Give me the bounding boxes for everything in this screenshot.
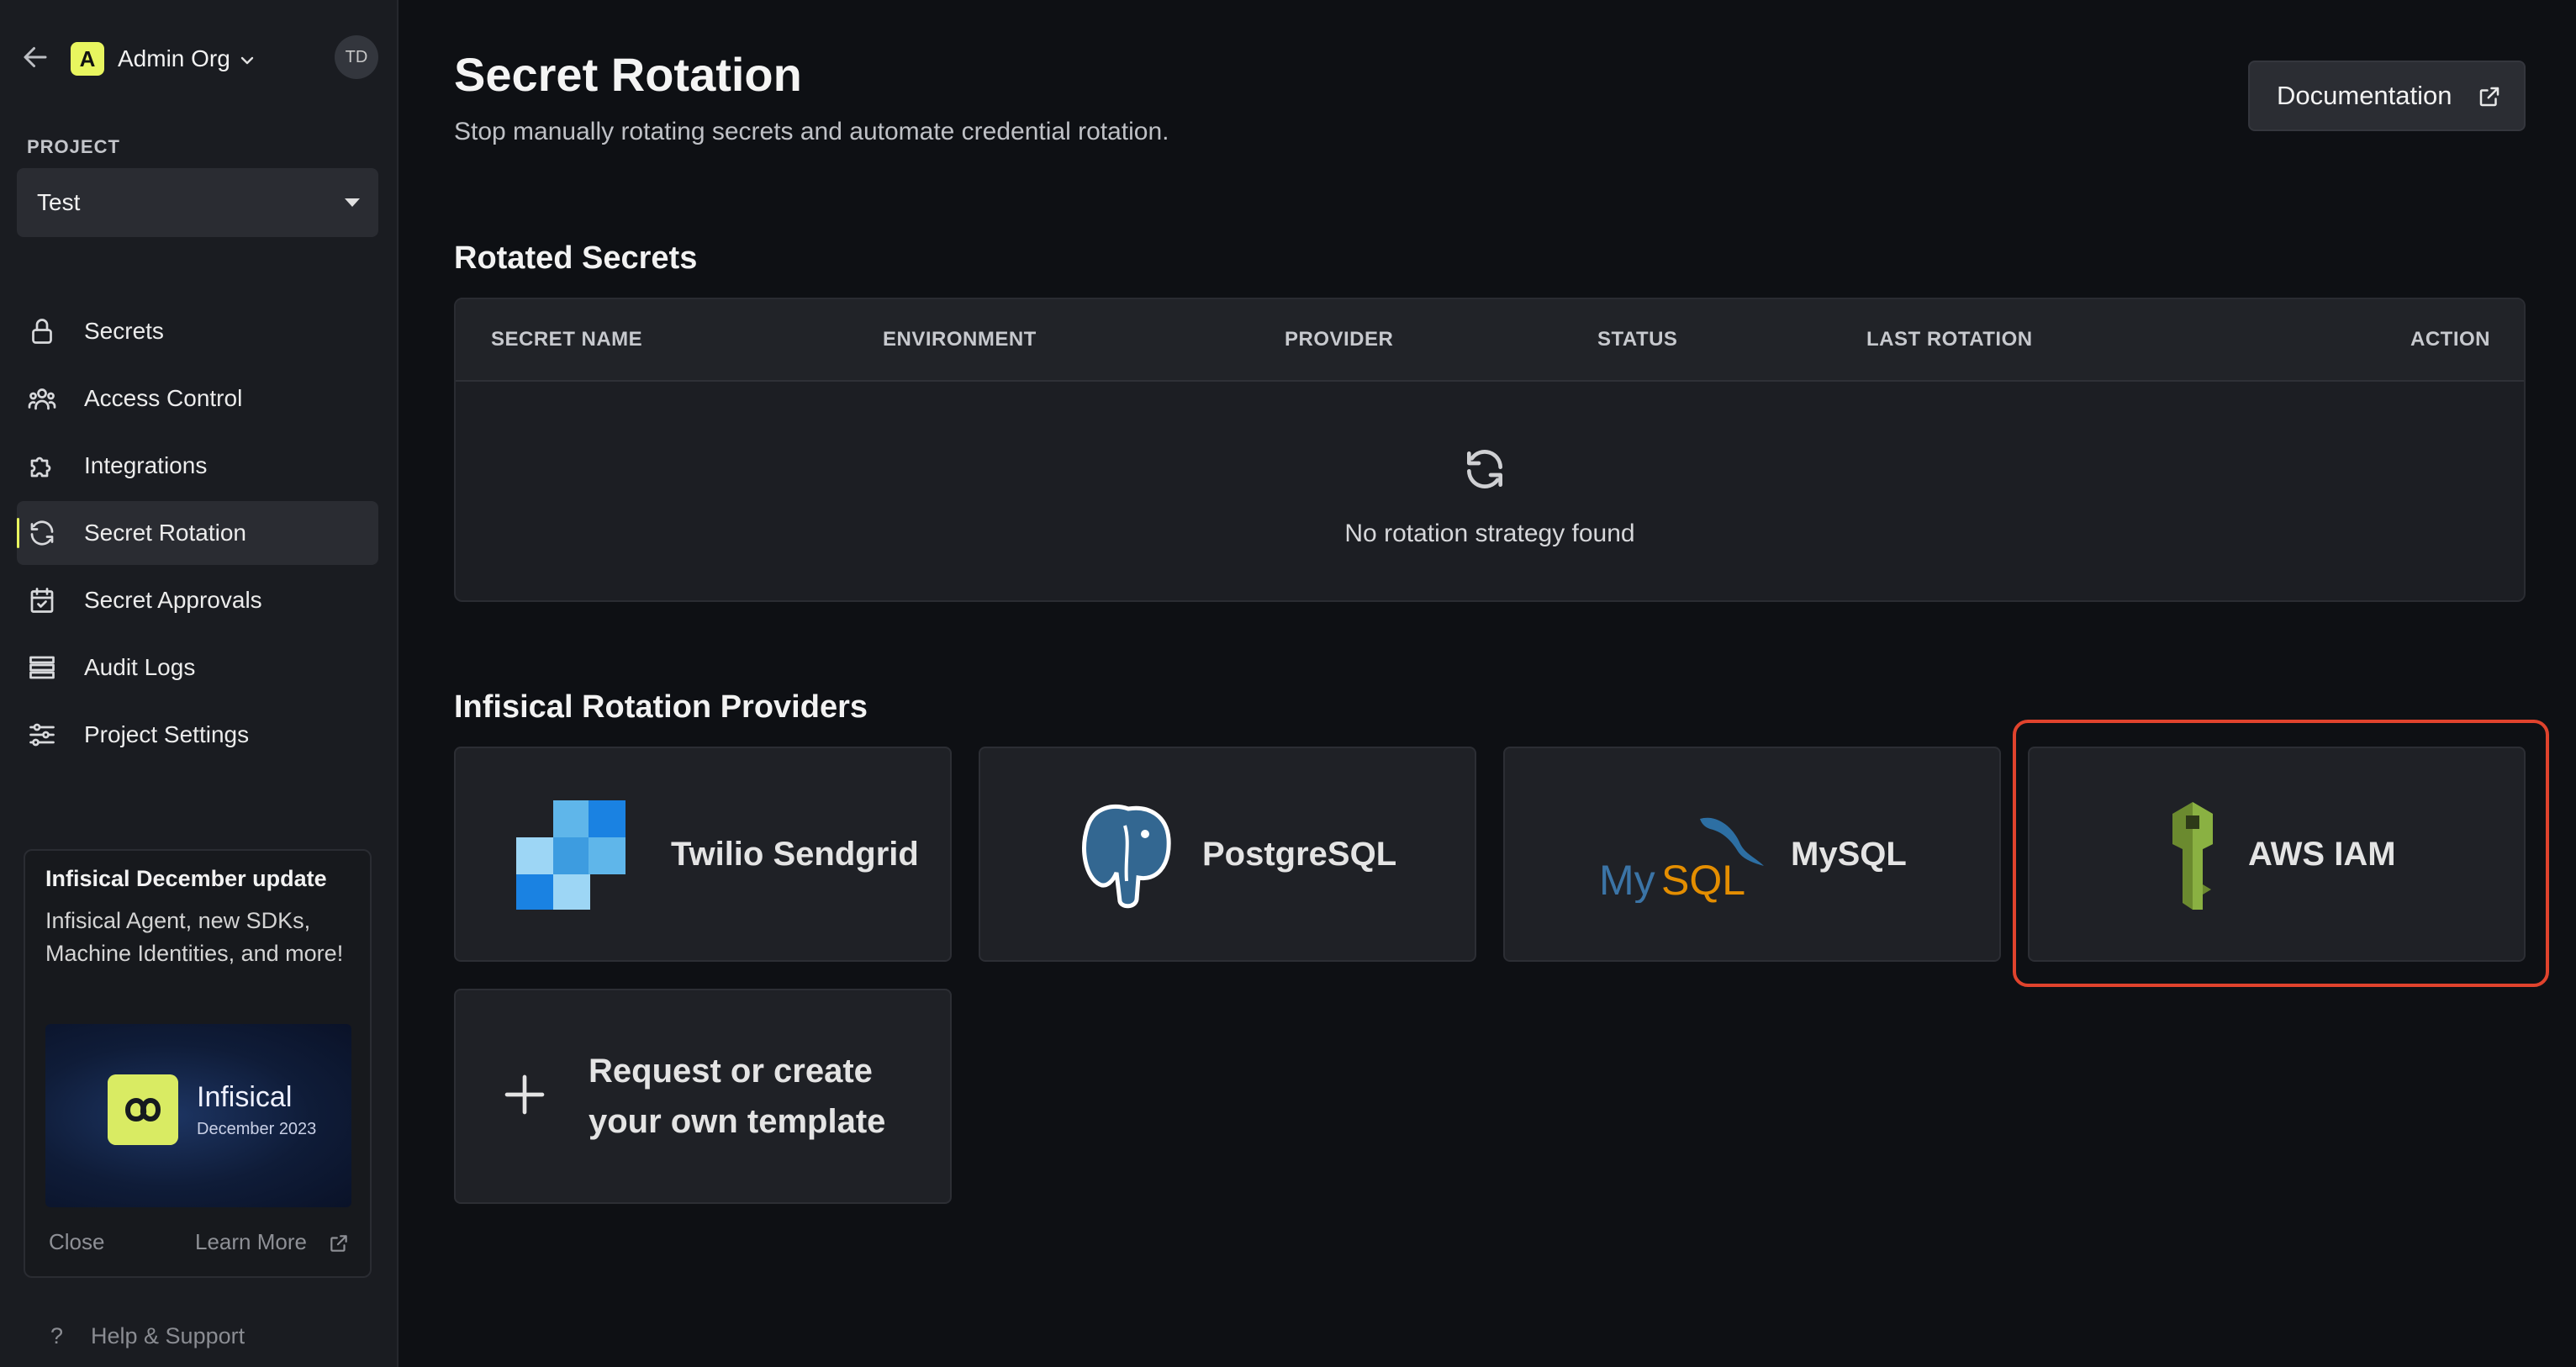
rotate-empty-icon [1467,450,1502,488]
chevron-down-icon[interactable] [237,50,257,71]
svg-text:My: My [1599,857,1655,903]
rotated-secrets-table: SECRET NAME ENVIRONMENT PROVIDER STATUS … [454,298,2526,602]
help-support-link[interactable]: Help & Support [91,1323,245,1349]
promo-brand: Infisical [197,1081,293,1113]
project-select[interactable]: Test [17,168,378,237]
org-bar: A Admin Org TD [0,30,399,84]
sidebar-item-label: Audit Logs [84,654,196,680]
logs-icon [29,656,55,679]
promo-close-button[interactable]: Close [49,1229,104,1255]
svg-text:SQL: SQL [1661,857,1745,903]
update-promo-card: Infisical December update Infisical Agen… [24,849,372,1278]
aws-iam-key-icon [2172,802,2213,910]
provider-card-aws-iam[interactable]: AWS IAM [2028,747,2526,962]
provider-card-twilio-sendgrid[interactable]: Twilio Sendgrid [454,747,952,962]
page-subtitle: Stop manually rotating secrets and autom… [454,118,1169,145]
rotated-secrets-heading: Rotated Secrets [454,240,698,276]
provider-name: AWS IAM [2248,836,2396,873]
lock-icon [32,319,52,344]
page-title: Secret Rotation [454,48,802,101]
sidebar-item-access-control[interactable]: Access Control [17,367,378,430]
provider-card-postgresql[interactable]: PostgreSQL [979,747,1476,962]
column-header-last-rotation: LAST ROTATION [1866,328,2033,351]
promo-title: Infisical December update [45,866,327,891]
caret-down-icon [345,198,360,207]
documentation-label: Documentation [2277,81,2452,110]
provider-name: Twilio Sendgrid [671,836,919,873]
sidebar-item-integrations[interactable]: Integrations [17,434,378,498]
providers-heading: Infisical Rotation Providers [454,689,868,725]
project-label: PROJECT [27,136,120,157]
column-header-action: ACTION [2410,328,2490,351]
infisical-logo-icon [108,1074,178,1145]
user-avatar[interactable]: TD [335,35,378,79]
rotate-icon [30,520,54,546]
sendgrid-logo-icon [516,800,626,910]
org-avatar[interactable]: A [71,42,104,76]
provider-name: MySQL [1791,836,1907,873]
provider-name: PostgreSQL [1202,836,1397,873]
sidebar-item-label: Secret Rotation [84,520,246,546]
column-header-provider: PROVIDER [1285,328,1394,351]
request-template-card[interactable]: Request or create your own template [454,989,952,1204]
calendar-check-icon [30,588,54,613]
sidebar-nav: Secrets Access Control Integrations Secr… [17,299,378,770]
external-link-icon [2479,87,2499,107]
sidebar-item-label: Access Control [84,385,243,411]
promo-description: Infisical Agent, new SDKs, Machine Ident… [45,908,344,966]
table-header: SECRET NAME ENVIRONMENT PROVIDER STATUS … [456,299,2524,382]
help-icon: ? [50,1323,64,1349]
request-template-label: Request or create your own template [589,1053,886,1140]
provider-card-mysql[interactable]: My SQL MySQL [1503,747,2001,962]
promo-learn-more-link[interactable]: Learn More [195,1229,307,1255]
sidebar-item-label: Secrets [84,318,164,344]
empty-state-text: No rotation strategy found [1344,520,1635,547]
sidebar-item-label: Project Settings [84,721,250,747]
org-name[interactable]: Admin Org [118,42,230,76]
postgresql-elephant-icon [1082,805,1171,909]
project-select-value: Test [37,189,81,215]
puzzle-icon [30,457,51,478]
column-header-status: STATUS [1597,328,1678,351]
documentation-button[interactable]: Documentation [2248,61,2526,131]
sliders-icon [29,723,55,747]
sidebar-item-audit-logs[interactable]: Audit Logs [17,636,378,699]
sidebar-item-project-settings[interactable]: Project Settings [17,703,378,767]
sidebar-item-secret-approvals[interactable]: Secret Approvals [17,568,378,632]
sidebar-item-secrets[interactable]: Secrets [17,299,378,363]
column-header-secret-name: SECRET NAME [491,328,643,351]
plus-icon [504,1074,545,1115]
external-link-icon [330,1235,347,1252]
promo-image[interactable]: Infisical December 2023 [45,1024,351,1207]
sidebar: A Admin Org TD PROJECT Test Secrets Acce… [0,0,399,1367]
column-header-environment: ENVIRONMENT [883,328,1037,351]
promo-brand-sub: December 2023 [197,1120,317,1138]
back-arrow-icon[interactable] [20,42,50,72]
users-icon [28,388,56,410]
sidebar-item-label: Integrations [84,452,208,478]
sidebar-item-secret-rotation[interactable]: Secret Rotation [17,501,378,565]
mysql-logo-icon: My SQL [1599,817,1764,903]
sidebar-item-label: Secret Approvals [84,587,262,613]
